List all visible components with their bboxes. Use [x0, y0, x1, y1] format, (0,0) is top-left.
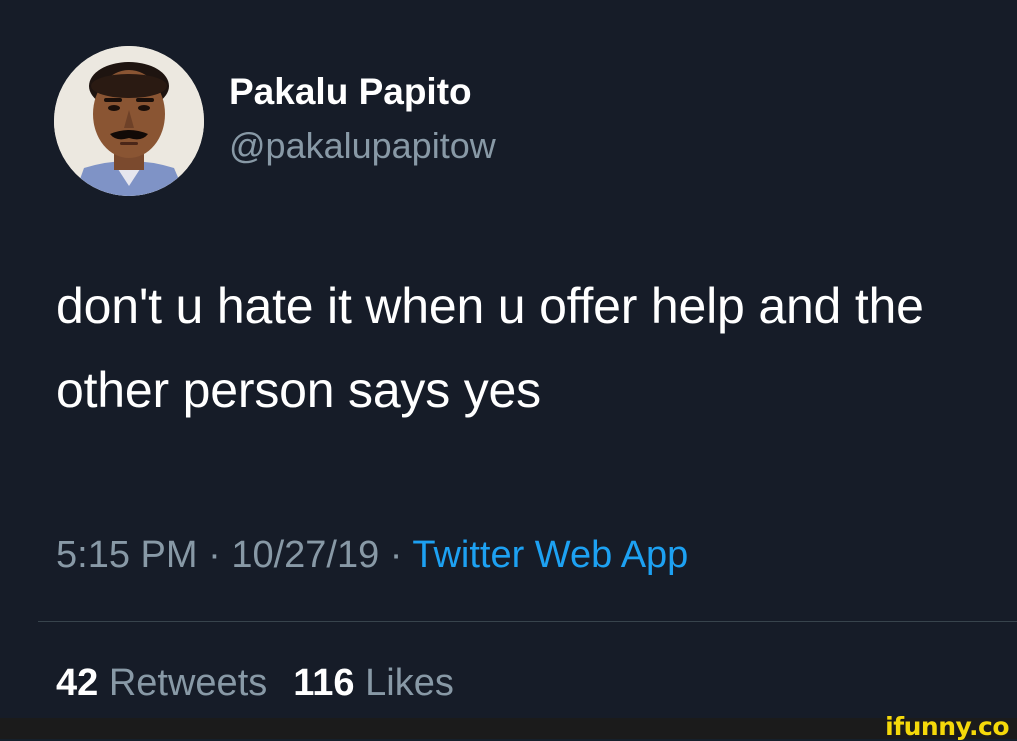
author-display-name[interactable]: Pakalu Papito	[229, 70, 472, 114]
watermark-logo: ifunny.co	[885, 712, 1009, 741]
likes-stat[interactable]: 116 Likes	[293, 662, 454, 704]
retweets-label: Retweets	[108, 662, 268, 704]
tweet-stats: 42 Retweets 116 Likes	[56, 658, 454, 708]
watermark-bar	[0, 718, 1017, 739]
avatar[interactable]	[54, 46, 204, 196]
likes-count: 116	[293, 662, 355, 704]
meta-separator: ·	[208, 534, 221, 576]
tweet-time[interactable]: 5:15 PM	[56, 534, 198, 576]
tweet-text: don't u hate it when u offer help and th…	[56, 278, 924, 418]
author-handle[interactable]: @pakalupapitow	[229, 124, 496, 168]
divider	[38, 621, 1017, 622]
retweets-count: 42	[56, 662, 99, 704]
likes-label: Likes	[365, 662, 454, 704]
meta-separator: ·	[389, 534, 403, 576]
tweet-meta: 5:15 PM · 10/27/19 · Twitter Web App	[56, 530, 688, 580]
avatar-portrait	[54, 46, 204, 196]
tweet-source-link[interactable]: Twitter Web App	[412, 534, 688, 576]
tweet-card: Pakalu Papito @pakalupapitow don't u hat…	[0, 0, 1017, 718]
retweets-stat[interactable]: 42 Retweets	[56, 662, 267, 704]
tweet-date[interactable]: 10/27/19	[231, 534, 379, 576]
